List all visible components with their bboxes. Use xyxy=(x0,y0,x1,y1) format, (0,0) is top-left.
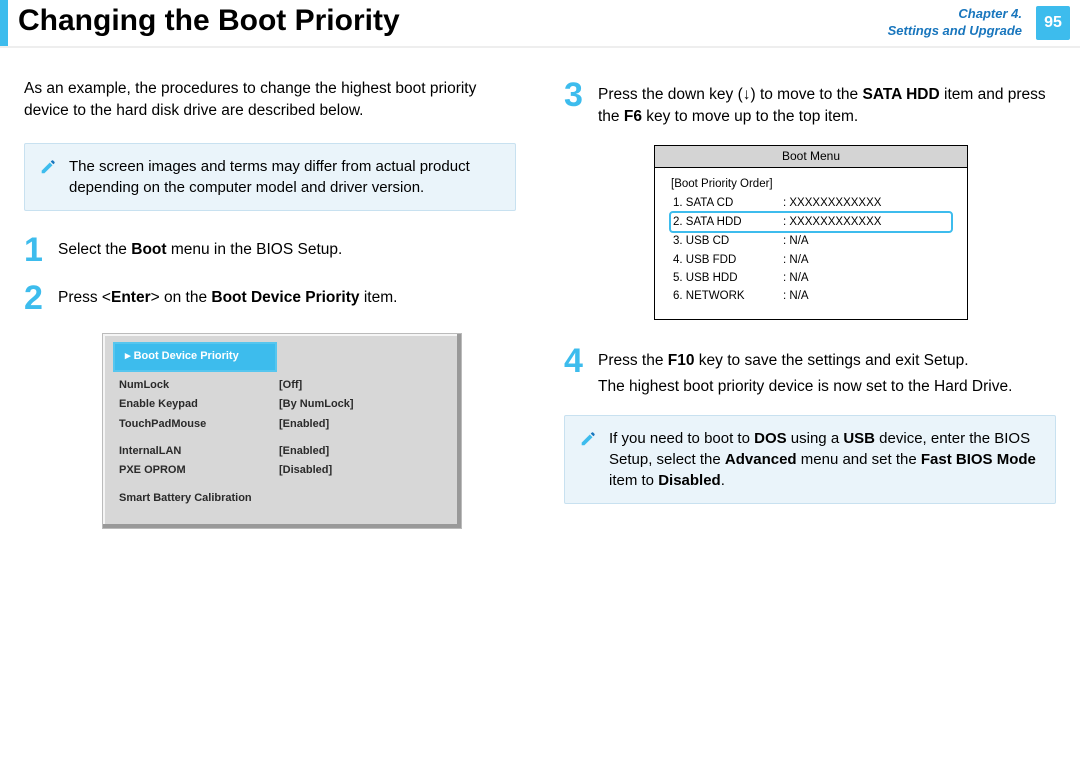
bios-label: TouchPadMouse xyxy=(119,417,279,432)
step-2-text: Press <Enter> on the Boot Device Priorit… xyxy=(58,281,397,309)
boot-item: 5. USB HDDN/A xyxy=(671,269,951,287)
step-4-text: Press the F10 key to save the settings a… xyxy=(598,344,1012,397)
page-title: Changing the Boot Priority xyxy=(18,4,400,38)
chapter-label: Chapter 4. Settings and Upgrade xyxy=(888,6,1022,40)
bios-label: Enable Keypad xyxy=(119,397,279,412)
bios-inner: Boot Device Priority NumLock[Off] Enable… xyxy=(109,340,455,522)
step-2: 2 Press <Enter> on the Boot Device Prior… xyxy=(24,281,516,315)
step2-b2: Boot Device Priority xyxy=(211,289,359,306)
bios-label: PXE OPROM xyxy=(119,463,279,478)
step1-post: menu in the BIOS Setup. xyxy=(167,241,343,258)
bios-value: [Disabled] xyxy=(279,463,332,478)
bios-label: InternalLAN xyxy=(119,444,279,459)
bios-boot-device-priority: Boot Device Priority xyxy=(115,344,275,369)
bios-row: Smart Battery Calibration xyxy=(115,489,449,508)
step3-b2: F6 xyxy=(624,108,642,125)
step-1-text: Select the Boot menu in the BIOS Setup. xyxy=(58,233,342,261)
boot-val: N/A xyxy=(783,270,809,286)
n2-b4: Fast BIOS Mode xyxy=(921,451,1036,468)
step3-post: key to move up to the top item. xyxy=(642,108,858,125)
boot-val: N/A xyxy=(783,288,809,304)
pencil-icon xyxy=(39,158,57,176)
step-4: 4 Press the F10 key to save the settings… xyxy=(564,344,1056,397)
boot-priority-order-label: [Boot Priority Order] xyxy=(671,176,951,192)
boot-dev: 2. SATA HDD xyxy=(673,214,783,230)
boot-item-highlighted: 2. SATA HDDXXXXXXXXXXXX xyxy=(671,213,951,231)
chapter-line1: Chapter 4. xyxy=(958,6,1022,21)
bios-value: [By NumLock] xyxy=(279,397,354,412)
step-number-1: 1 xyxy=(24,233,58,267)
n2-m1: using a xyxy=(787,430,844,447)
boot-dev: 6. NETWORK xyxy=(673,288,783,304)
step4-pre: Press the xyxy=(598,352,668,369)
page-number-badge: 95 xyxy=(1036,6,1070,40)
page-header: Changing the Boot Priority Chapter 4. Se… xyxy=(0,0,1080,48)
step1-bold: Boot xyxy=(131,241,166,258)
step1-pre: Select the xyxy=(58,241,131,258)
boot-menu-panel: Boot Menu [Boot Priority Order] 1. SATA … xyxy=(654,145,968,319)
boot-menu-title: Boot Menu xyxy=(655,146,967,168)
step-number-3: 3 xyxy=(564,78,598,112)
bios-setup-panel: Boot Device Priority NumLock[Off] Enable… xyxy=(102,333,462,529)
step2-mid: > on the xyxy=(151,289,212,306)
step-number-2: 2 xyxy=(24,281,58,315)
boot-item: 1. SATA CDXXXXXXXXXXXX xyxy=(671,194,951,212)
step2-post: item. xyxy=(360,289,398,306)
header-accent xyxy=(0,0,8,46)
n2-b1: DOS xyxy=(754,430,787,447)
bios-value: [Enabled] xyxy=(279,417,329,432)
bios-row: NumLock[Off] xyxy=(115,376,449,395)
bios-row: TouchPadMouse[Enabled] xyxy=(115,415,449,434)
boot-dev: 5. USB HDD xyxy=(673,270,783,286)
step2-b1: Enter xyxy=(111,289,151,306)
n2-b5: Disabled xyxy=(658,472,721,489)
boot-val: N/A xyxy=(783,233,809,249)
boot-val: XXXXXXXXXXXX xyxy=(783,214,881,230)
note-text-1: The screen images and terms may differ f… xyxy=(69,158,470,196)
intro-text: As an example, the procedures to change … xyxy=(24,78,516,121)
step-3-text: Press the down key (↓) to move to the SA… xyxy=(598,78,1056,127)
step-number-4: 4 xyxy=(564,344,598,378)
boot-val: XXXXXXXXXXXX xyxy=(783,195,881,211)
note-box-2: If you need to boot to DOS using a USB d… xyxy=(564,415,1056,504)
n2-b3: Advanced xyxy=(725,451,797,468)
step4-b1: F10 xyxy=(668,352,695,369)
step3-pre: Press the down key (↓) to move to the xyxy=(598,86,862,103)
boot-item: 4. USB FDDN/A xyxy=(671,251,951,269)
step-1: 1 Select the Boot menu in the BIOS Setup… xyxy=(24,233,516,267)
note-box-1: The screen images and terms may differ f… xyxy=(24,143,516,211)
boot-menu-body: [Boot Priority Order] 1. SATA CDXXXXXXXX… xyxy=(655,168,967,319)
bios-label: NumLock xyxy=(119,378,279,393)
boot-item: 6. NETWORKN/A xyxy=(671,287,951,305)
note2-text: If you need to boot to DOS using a USB d… xyxy=(609,430,1036,489)
boot-dev: 3. USB CD xyxy=(673,233,783,249)
boot-val: N/A xyxy=(783,252,809,268)
chapter-line2: Settings and Upgrade xyxy=(888,23,1022,38)
content-area: As an example, the procedures to change … xyxy=(0,48,1080,529)
n2-pre: If you need to boot to xyxy=(609,430,754,447)
boot-item: 3. USB CDN/A xyxy=(671,232,951,250)
n2-m4: item to xyxy=(609,472,658,489)
bios-value: [Off] xyxy=(279,378,302,393)
step4-mid: key to save the settings and exit Setup. xyxy=(695,352,969,369)
step4-line2: The highest boot priority device is now … xyxy=(598,378,1012,395)
bios-row: InternalLAN[Enabled] xyxy=(115,442,449,461)
step-3: 3 Press the down key (↓) to move to the … xyxy=(564,78,1056,127)
n2-b2: USB xyxy=(843,430,875,447)
bios-row: PXE OPROM[Disabled] xyxy=(115,461,449,480)
boot-dev: 1. SATA CD xyxy=(673,195,783,211)
step3-b1: SATA HDD xyxy=(862,86,939,103)
right-column: 3 Press the down key (↓) to move to the … xyxy=(564,78,1056,529)
bios-value: [Enabled] xyxy=(279,444,329,459)
n2-m3: menu and set the xyxy=(797,451,921,468)
n2-post: . xyxy=(721,472,725,489)
step2-pre: Press < xyxy=(58,289,111,306)
bios-row: Enable Keypad[By NumLock] xyxy=(115,395,449,414)
left-column: As an example, the procedures to change … xyxy=(24,78,516,529)
bios-label: Smart Battery Calibration xyxy=(119,491,279,506)
pencil-icon xyxy=(579,430,597,448)
boot-dev: 4. USB FDD xyxy=(673,252,783,268)
